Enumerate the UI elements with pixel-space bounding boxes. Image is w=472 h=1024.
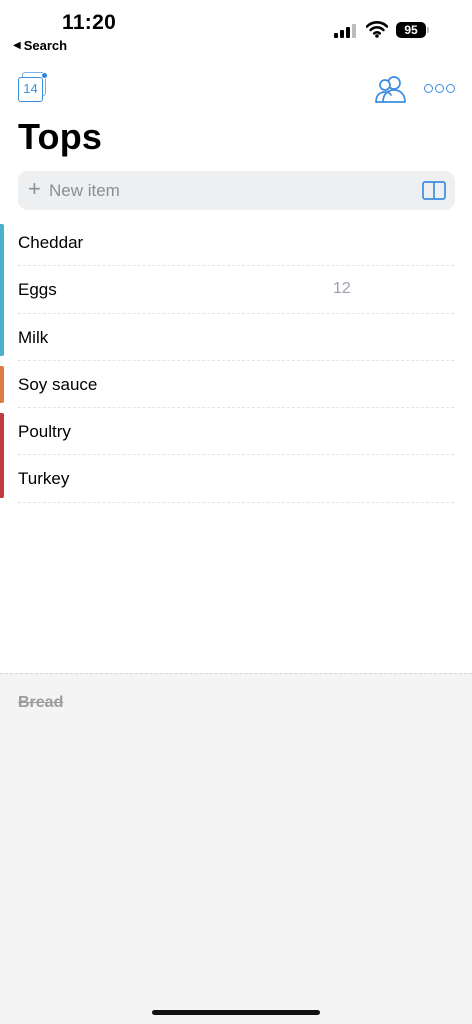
list-item-label: Cheddar — [18, 233, 84, 252]
calendar-button[interactable]: 14 — [18, 72, 48, 104]
list-item[interactable]: Poultry — [0, 408, 472, 456]
list-item-label: Turkey — [18, 469, 70, 489]
category-color-bar — [0, 313, 4, 356]
list-item-label: Poultry — [18, 422, 71, 442]
book-icon[interactable] — [422, 181, 446, 200]
category-color-bar — [0, 224, 4, 267]
list-item[interactable]: Turkey — [0, 455, 472, 503]
more-options-button[interactable] — [424, 82, 455, 94]
plus-icon: + — [28, 176, 41, 201]
item-list: Cheddar Eggs 12 Milk Soy sauce Poultry Turkey — [0, 219, 472, 503]
battery-level: 95 — [396, 22, 426, 38]
category-color-bar — [0, 413, 4, 456]
new-item-input[interactable]: + New item — [18, 171, 455, 210]
back-to-search-link[interactable]: ◀ Search — [13, 38, 67, 53]
category-color-bar — [0, 455, 4, 498]
completed-section: Bread — [0, 673, 472, 1024]
page-title: Tops — [18, 116, 103, 157]
wifi-icon — [366, 21, 388, 38]
list-item[interactable]: Soy sauce — [0, 361, 472, 409]
category-color-bar — [0, 365, 4, 404]
more-dot-icon — [424, 83, 433, 93]
list-item-label: Milk — [18, 327, 49, 347]
status-time: 11:20 — [62, 11, 117, 34]
row-divider — [18, 501, 454, 503]
completed-item[interactable]: Bread — [18, 694, 63, 712]
back-label: Search — [23, 38, 68, 53]
calendar-icon: 14 — [18, 77, 43, 102]
list-item[interactable]: Cheddar — [0, 219, 472, 267]
cellular-signal-icon — [334, 22, 356, 38]
more-dot-icon — [435, 83, 444, 93]
list-item[interactable]: Eggs 12 — [0, 266, 472, 314]
category-color-bar — [0, 266, 4, 314]
list-item[interactable]: Milk — [0, 313, 472, 361]
share-people-icon[interactable] — [374, 74, 408, 104]
new-item-placeholder: New item — [49, 181, 120, 200]
list-item-label: Eggs — [18, 280, 57, 300]
list-item-label: Soy sauce — [18, 374, 98, 394]
notification-dot — [41, 72, 48, 79]
battery-icon: 95 — [396, 22, 429, 38]
home-indicator — [152, 1010, 320, 1015]
back-triangle-icon: ◀ — [13, 40, 21, 51]
more-dot-icon — [446, 83, 455, 93]
status-bar: 11:20 ◀ Search 95 — [0, 0, 472, 60]
list-item-quantity: 12 — [333, 280, 351, 298]
